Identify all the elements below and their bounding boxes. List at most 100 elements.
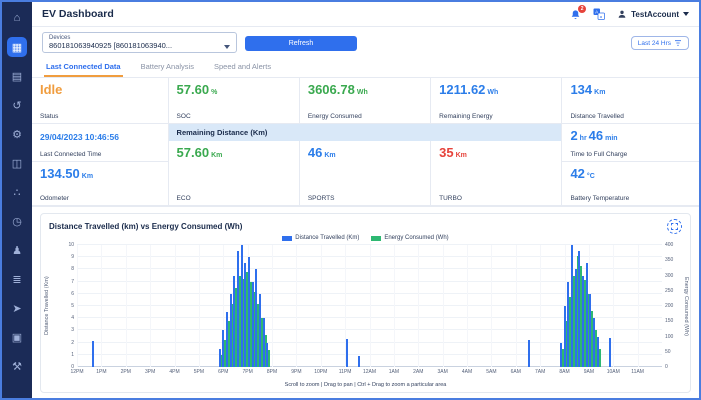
stat-energy-consumed-unit: Wh bbox=[356, 89, 368, 96]
stat-soc-unit: % bbox=[211, 89, 218, 96]
add-user-icon: ♟ bbox=[12, 244, 22, 257]
stat-eco-value: 57.60 bbox=[176, 145, 210, 160]
stat-odometer-unit: Km bbox=[81, 173, 94, 180]
remaining-distance-cards: 57.60 Km ECO 46 Km SPORTS 35 Km TURBO bbox=[169, 141, 562, 205]
x-axis-tick: 4PM bbox=[169, 369, 180, 375]
x-axis-tick: 2AM bbox=[413, 369, 424, 375]
y-axis-left-tick: 2 bbox=[71, 339, 74, 346]
refresh-button[interactable]: Refresh bbox=[245, 36, 357, 51]
stat-turbo-label: TURBO bbox=[439, 195, 462, 202]
x-gridline bbox=[320, 245, 322, 367]
y-axis-left-tick: 1 bbox=[71, 351, 74, 358]
device-select[interactable]: Devices 860181063940925 [860181063940... bbox=[42, 32, 237, 53]
timer-icon: ◷ bbox=[12, 215, 22, 228]
tools-icon: ⚒ bbox=[12, 360, 22, 373]
stat-sports: 46 Km SPORTS bbox=[300, 141, 432, 205]
chart-card: Distance Travelled (km) vs Energy Consum… bbox=[40, 213, 691, 393]
sidebar-item-add-user[interactable]: ♟ bbox=[7, 240, 27, 260]
y-axis-right-tick: 350 bbox=[665, 257, 674, 264]
stat-turbo: 35 Km TURBO bbox=[431, 141, 561, 205]
analytics-icon: ◫ bbox=[11, 157, 23, 170]
stat-last-connected-value: 29/04/2023 10:46:56 bbox=[40, 132, 119, 142]
chart-fullscreen-button[interactable] bbox=[667, 219, 682, 234]
x-axis-tick: 8AM bbox=[559, 369, 570, 375]
fullscreen-icon bbox=[671, 223, 678, 230]
remaining-distance-block: Remaining Distance (Km) 57.60 Km ECO 46 Km… bbox=[168, 124, 563, 206]
sidebar-item-settings[interactable]: ⚙ bbox=[7, 124, 27, 144]
stat-time-to-full: 2 hr 46 min Time to Full Charge bbox=[562, 124, 699, 162]
stat-odometer: 134.50 Km Odometer bbox=[32, 162, 169, 206]
sidebar-item-package[interactable]: ▣ bbox=[7, 327, 27, 347]
x-axis-tick: 10AM bbox=[606, 369, 620, 375]
y-axis-left-tick: 10 bbox=[68, 242, 74, 248]
tab-battery-analysis[interactable]: Battery Analysis bbox=[139, 58, 196, 77]
legend-swatch-energy bbox=[371, 235, 382, 241]
y-axis-left-title: Distance Travelled (Km) bbox=[44, 276, 50, 336]
stat-soc-value: 57.60 bbox=[176, 82, 210, 97]
history-icon: ↺ bbox=[12, 99, 22, 112]
sidebar-item-tools[interactable]: ⚒ bbox=[7, 356, 27, 376]
account-menu[interactable]: TestAccount bbox=[617, 9, 689, 19]
stat-sports-value: 46 bbox=[307, 145, 323, 160]
chart-plot[interactable]: 0 1 2 3 4 5 6 7 8 9 10 0 50 100 150 200 250 300 350 400 12PM… bbox=[68, 242, 673, 375]
home-icon: ⌂ bbox=[13, 12, 21, 24]
x-gridline bbox=[515, 245, 517, 367]
sidebar-item-reports[interactable]: ▤ bbox=[7, 66, 27, 86]
y-axis-left-tick: 8 bbox=[71, 266, 74, 273]
x-gridline bbox=[198, 245, 200, 367]
x-gridline bbox=[393, 245, 395, 367]
legend-item-energy[interactable]: Energy Consumed (Wh) bbox=[371, 235, 449, 241]
sidebar-item-history[interactable]: ↺ bbox=[7, 95, 27, 115]
y-axis-left-tick: 3 bbox=[71, 327, 74, 334]
settings-icon: ⚙ bbox=[12, 128, 22, 141]
stat-last-connected: 29/04/2023 10:46:56 Last Connected Time bbox=[32, 124, 169, 162]
chevron-down-icon bbox=[683, 12, 689, 16]
stat-battery-temp-label: Battery Temperature bbox=[570, 195, 630, 202]
x-axis-tick: 11PM bbox=[338, 369, 352, 375]
legend-item-distance[interactable]: Distance Travelled (Km) bbox=[282, 235, 359, 241]
x-gridline bbox=[637, 245, 639, 367]
x-gridline bbox=[272, 245, 273, 367]
device-select-value: 860181063940925 [860181063940... bbox=[49, 41, 173, 50]
stat-energy-consumed-label: Energy Consumed bbox=[307, 113, 362, 120]
x-axis-tick: 8PM bbox=[266, 369, 278, 375]
x-axis-tick: 5PM bbox=[193, 369, 205, 375]
stat-time-to-full-mins: 46 bbox=[588, 128, 604, 143]
reports-icon: ▤ bbox=[11, 70, 23, 83]
stat-energy-consumed-value: 3606.78 bbox=[307, 82, 355, 97]
x-axis-tick: 7PM bbox=[242, 369, 253, 375]
notification-badge: 2 bbox=[578, 4, 587, 13]
sidebar-item-launch[interactable]: ➤ bbox=[7, 298, 27, 318]
time-filter-button[interactable]: Last 24 Hrs bbox=[630, 36, 689, 50]
sidebar-item-dashboard[interactable]: ▦ bbox=[7, 37, 27, 57]
notifications-button[interactable]: 2 bbox=[570, 4, 587, 20]
y-axis-left-tick: 6 bbox=[71, 290, 74, 297]
stat-time-to-full-label: Time to Full Charge bbox=[570, 151, 628, 158]
page-title: EV Dashboard bbox=[42, 8, 114, 20]
connections-icon: ∴ bbox=[13, 186, 21, 199]
chart-legend: Distance Travelled (Km) Energy Consumed … bbox=[41, 235, 690, 241]
x-gridline bbox=[101, 245, 103, 367]
x-axis-tick: 10PM bbox=[314, 369, 328, 375]
x-gridline bbox=[540, 245, 542, 367]
chart-title: Distance Travelled (km) vs Energy Consum… bbox=[49, 222, 243, 231]
x-gridline bbox=[467, 245, 468, 367]
y-axis-right-tick: 0 bbox=[665, 364, 668, 370]
x-gridline bbox=[418, 245, 420, 367]
x-axis-tick: 11AM bbox=[631, 369, 644, 375]
sidebar-item-analytics[interactable]: ◫ bbox=[7, 153, 27, 173]
tab-speed-and-alerts[interactable]: Speed and Alerts bbox=[212, 58, 273, 77]
sidebar-item-connections[interactable]: ∴ bbox=[7, 182, 27, 202]
y-axis-right-tick: 300 bbox=[665, 272, 674, 279]
language-button[interactable]: A a bbox=[593, 8, 606, 20]
y-axis-left-tick: 9 bbox=[71, 254, 74, 261]
x-axis-tick: 5AM bbox=[486, 369, 497, 375]
x-axis-tick: 4AM bbox=[461, 369, 473, 375]
sidebar-item-home[interactable]: ⌂ bbox=[7, 8, 27, 28]
user-icon bbox=[618, 10, 626, 18]
sidebar-item-timer[interactable]: ◷ bbox=[7, 211, 27, 231]
sidebar-item-controls[interactable]: ≣ bbox=[7, 269, 27, 289]
tab-last-connected-data[interactable]: Last Connected Data bbox=[44, 58, 123, 77]
package-icon: ▣ bbox=[11, 331, 23, 344]
x-axis-tick: 3AM bbox=[437, 369, 448, 375]
